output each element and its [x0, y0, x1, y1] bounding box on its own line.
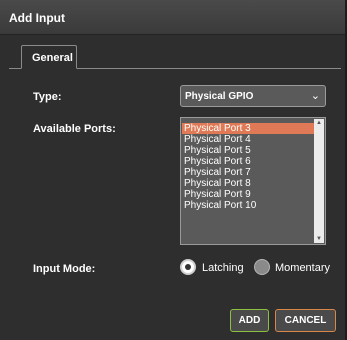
port-list-item[interactable]: Physical Port 7: [182, 167, 316, 178]
dialog-titlebar[interactable]: Add Input: [0, 0, 345, 35]
port-list-item[interactable]: Physical Port 8: [182, 178, 316, 189]
port-list-item[interactable]: Physical Port 6: [182, 156, 316, 167]
type-select[interactable]: Physical GPIO ⌄: [180, 85, 326, 107]
list-scrollbar[interactable]: ▲ ▼: [314, 119, 324, 243]
type-label: Type:: [33, 91, 62, 103]
radio-momentary[interactable]: [254, 259, 270, 275]
chevron-down-icon: ⌄: [310, 90, 320, 102]
port-list-item[interactable]: Physical Port 4: [182, 134, 316, 145]
radio-latching[interactable]: [180, 259, 196, 275]
radio-latching-label[interactable]: Latching: [202, 262, 244, 274]
tab-general-label: General: [32, 52, 73, 64]
type-select-value: Physical GPIO: [185, 91, 254, 102]
port-list-item[interactable]: Physical Port 10: [182, 200, 316, 211]
add-button[interactable]: ADD: [230, 309, 269, 332]
available-ports-label: Available Ports:: [33, 123, 116, 135]
scroll-up-icon[interactable]: ▲: [314, 119, 324, 127]
tab-general[interactable]: General: [21, 45, 77, 69]
port-list-item[interactable]: Physical Port 3: [182, 123, 316, 134]
port-items: Physical Port 3 Physical Port 4 Physical P…: [182, 123, 316, 211]
available-ports-list[interactable]: Physical Port 3 Physical Port 4 Physical P…: [180, 117, 326, 245]
input-mode-radio-group: Latching Momentary: [180, 259, 340, 277]
port-list-item[interactable]: Physical Port 9: [182, 189, 316, 200]
input-mode-label: Input Mode:: [33, 263, 96, 275]
radio-momentary-label[interactable]: Momentary: [275, 262, 330, 274]
port-list-item[interactable]: Physical Port 5: [182, 145, 316, 156]
dialog-title: Add Input: [9, 11, 65, 25]
add-input-dialog: Add Input General Type: Physical GPIO ⌄ …: [0, 0, 347, 340]
scroll-down-icon[interactable]: ▼: [314, 235, 324, 243]
cancel-button[interactable]: CANCEL: [275, 309, 336, 332]
